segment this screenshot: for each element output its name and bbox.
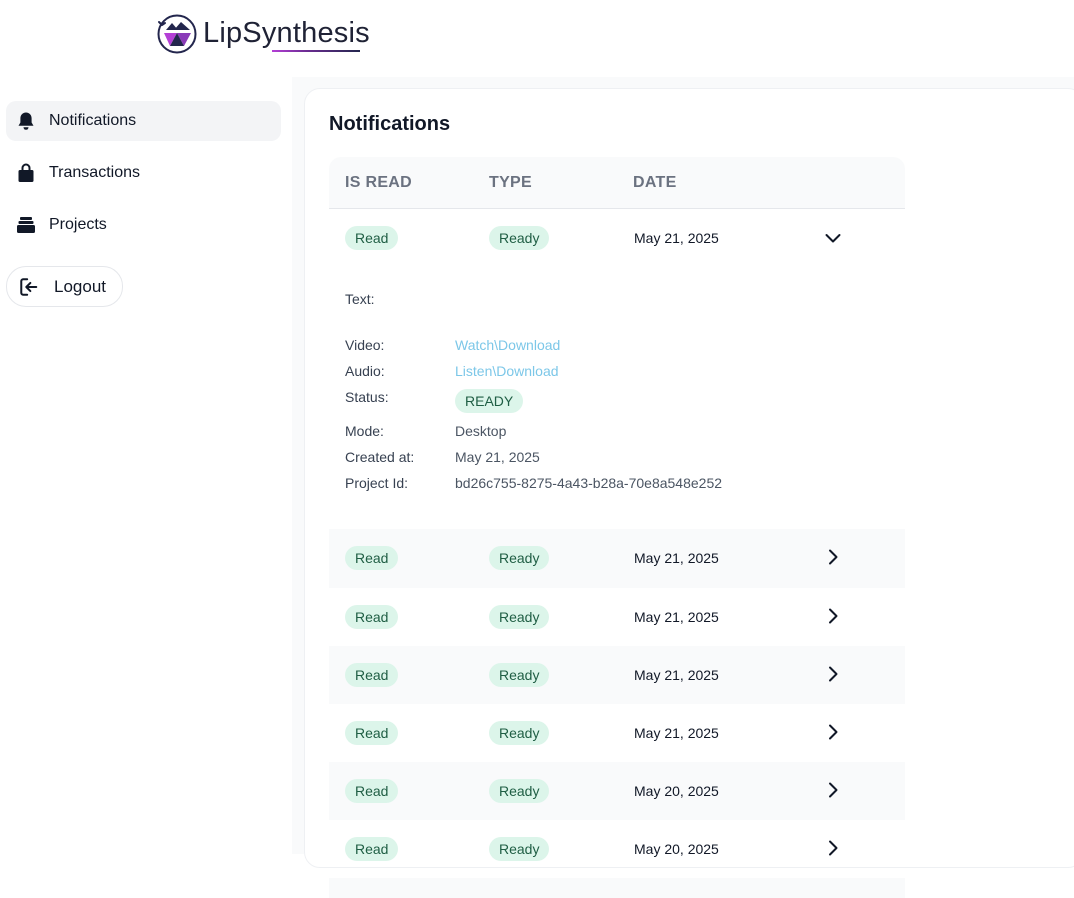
chevron-right-icon[interactable] [823,664,843,684]
type-badge: Ready [489,605,550,629]
is-read-badge: Read [345,837,399,861]
chevron-right-icon[interactable] [823,780,843,800]
is-read-badge: Read [345,546,399,570]
page-title: Notifications [329,113,451,135]
detail-video-label: Video: [345,337,385,353]
type-badge: Ready [489,546,550,570]
table-row[interactable]: Read Ready May 20, 2025 [329,820,905,878]
chevron-right-icon[interactable] [823,547,843,567]
chevron-right-icon[interactable] [823,606,843,626]
detail-created-value: May 21, 2025 [455,449,540,465]
row-date: May 20, 2025 [634,841,719,857]
chevron-right-icon[interactable] [823,722,843,742]
watch-download-link[interactable]: Watch\Download [455,337,560,353]
logout-label: Logout [54,276,106,296]
type-badge: Ready [489,779,550,803]
is-read-badge: Read [345,663,399,687]
row-details: Text: Video: Watch\Download Audio: Liste… [329,267,905,529]
is-read-badge: Read [345,721,399,745]
is-read-badge: Read [345,779,399,803]
is-read-badge: Read [345,226,399,250]
sidebar-item-label: Transactions [49,164,140,181]
table-header: IS READ TYPE DATE [329,157,905,209]
sidebar-item-projects[interactable]: Projects [6,205,281,245]
row-date: May 21, 2025 [634,667,719,683]
column-header-type[interactable]: TYPE [489,174,532,192]
lipsynthesis-logo-icon [157,14,197,54]
row-date: May 21, 2025 [634,550,719,566]
table-row[interactable]: Read Ready May 21, 2025 [329,529,905,588]
chevron-down-icon[interactable] [823,228,843,248]
logout-icon [19,277,39,297]
status-badge: READY [455,389,524,413]
type-badge: Ready [489,226,550,250]
table-row[interactable]: Read Ready May 21, 2025 [329,646,905,704]
detail-project-value: bd26c755-8275-4a43-b28a-70e8a548e252 [455,475,723,491]
detail-audio-label: Audio: [345,363,385,379]
type-badge: Ready [489,837,550,861]
table-row[interactable]: Read Ready May 21, 2025 [329,704,905,762]
column-header-date[interactable]: DATE [633,174,677,192]
detail-created-label: Created at: [345,449,415,465]
detail-text-label: Text: [345,291,375,307]
detail-mode-value: Desktop [455,423,507,439]
shopping-bag-icon [16,163,36,183]
sidebar-item-label: Projects [49,216,107,233]
is-read-badge: Read [345,605,399,629]
notifications-table: IS READ TYPE DATE Read Ready May 21, 202… [329,157,905,898]
table-row[interactable]: Read Ready May 21, 2025 [329,209,905,267]
sidebar-item-transactions[interactable]: Transactions [6,153,281,193]
table-row-partial [329,878,905,898]
chevron-right-icon[interactable] [823,838,843,858]
stack-icon [16,215,36,235]
type-badge: Ready [489,663,550,687]
logout-button[interactable]: Logout [6,266,123,307]
listen-download-link[interactable]: Listen\Download [455,363,559,379]
brand-underline [272,50,360,52]
detail-mode-label: Mode: [345,423,384,439]
table-row[interactable]: Read Ready May 20, 2025 [329,762,905,820]
sidebar-item-label: Notifications [49,112,137,129]
brand-name: LipSynthesis [203,16,370,49]
row-date: May 21, 2025 [634,609,719,625]
detail-status-label: Status: [345,389,389,405]
bell-icon [16,111,36,131]
row-date: May 20, 2025 [634,783,719,799]
type-badge: Ready [489,721,550,745]
row-date: May 21, 2025 [634,725,719,741]
detail-project-label: Project Id: [345,475,409,491]
row-date: May 21, 2025 [634,230,719,246]
brand-logo[interactable]: LipSynthesis [156,12,370,56]
column-header-is-read[interactable]: IS READ [345,174,412,192]
sidebar-item-notifications[interactable]: Notifications [6,101,281,141]
table-row[interactable]: Read Ready May 21, 2025 [329,588,905,646]
